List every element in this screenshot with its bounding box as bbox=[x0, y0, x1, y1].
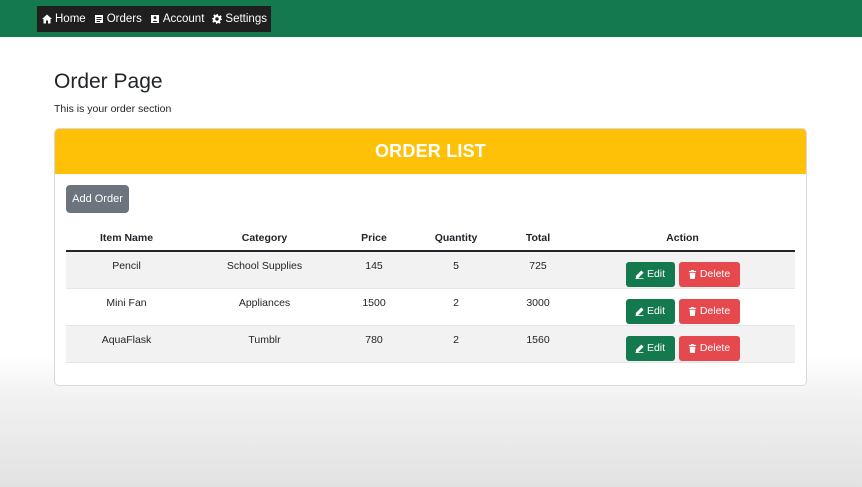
pencil-icon bbox=[635, 306, 644, 316]
page-title: Order Page bbox=[54, 70, 163, 93]
cell-quantity-text: 2 bbox=[453, 334, 459, 346]
column-header-price: Price bbox=[342, 226, 406, 252]
table-header-row: Item Name Category Price Quantity Total … bbox=[66, 226, 795, 252]
cell-quantity: 5 bbox=[406, 251, 506, 289]
cell-category: Tumblr bbox=[187, 325, 342, 363]
edit-button[interactable]: Edit bbox=[625, 335, 675, 361]
account-icon bbox=[150, 15, 159, 23]
delete-button[interactable]: Delete bbox=[678, 261, 740, 287]
cell-category-text: Tumblr bbox=[248, 334, 281, 346]
cell-total-text: 1560 bbox=[526, 334, 550, 346]
column-header-category: Category bbox=[187, 226, 342, 252]
cell-category-text: School Supplies bbox=[226, 260, 303, 272]
cell-item-name-text: Pencil bbox=[112, 260, 141, 272]
cell-item-name: Pencil bbox=[66, 251, 187, 289]
gear-icon bbox=[212, 14, 223, 24]
cell-category: School Supplies bbox=[187, 251, 342, 289]
cell-quantity-text: 2 bbox=[453, 297, 459, 309]
cell-price-text: 145 bbox=[365, 260, 383, 272]
table-row: AquaFlask Tumblr 780 2 1560 Edit Delete bbox=[66, 325, 795, 363]
card-header-title: ORDER LIST bbox=[374, 141, 486, 161]
delete-button-label: Delete bbox=[699, 305, 731, 317]
cell-item-name-text: AquaFlask bbox=[101, 334, 152, 346]
edit-button-label: Edit bbox=[646, 305, 666, 317]
cell-item-name: AquaFlask bbox=[66, 325, 187, 363]
cell-action: Edit Delete bbox=[570, 251, 795, 289]
column-header-action: Action bbox=[570, 226, 795, 252]
trash-icon bbox=[688, 306, 696, 316]
page-subtitle: This is your order section bbox=[54, 103, 172, 115]
nav-home[interactable]: Home bbox=[42, 13, 86, 25]
cell-quantity-text: 5 bbox=[453, 260, 459, 272]
cell-price-text: 780 bbox=[365, 334, 383, 346]
nav-menu: Home Orders Account Settings bbox=[37, 6, 271, 32]
card-header: ORDER LIST bbox=[55, 129, 806, 174]
nav-account-label: Account bbox=[162, 13, 205, 25]
table-row: Pencil School Supplies 145 5 725 Edit De… bbox=[66, 251, 795, 289]
edit-button[interactable]: Edit bbox=[625, 261, 675, 287]
nav-orders[interactable]: Orders bbox=[94, 13, 142, 25]
delete-button[interactable]: Delete bbox=[678, 298, 740, 324]
column-header-item-name: Item Name bbox=[66, 226, 187, 252]
home-icon bbox=[42, 14, 52, 24]
edit-button[interactable]: Edit bbox=[625, 298, 675, 324]
pencil-icon bbox=[635, 343, 644, 353]
table-row: Mini Fan Appliances 1500 2 3000 Edit Del… bbox=[66, 288, 795, 326]
delete-button-label: Delete bbox=[699, 342, 731, 354]
cell-quantity: 2 bbox=[406, 325, 506, 363]
cell-quantity: 2 bbox=[406, 288, 506, 326]
cell-total: 725 bbox=[506, 251, 570, 289]
pencil-icon bbox=[635, 269, 644, 279]
cell-price: 780 bbox=[342, 325, 406, 363]
cell-total: 3000 bbox=[506, 288, 570, 326]
add-order-button[interactable]: Add Order bbox=[66, 185, 129, 213]
cell-total-text: 3000 bbox=[526, 297, 550, 309]
edit-button-label: Edit bbox=[646, 342, 666, 354]
cell-action: Edit Delete bbox=[570, 325, 795, 363]
column-header-total: Total bbox=[506, 226, 570, 252]
cell-price-text: 1500 bbox=[362, 297, 386, 309]
trash-icon bbox=[688, 343, 696, 353]
cell-action: Edit Delete bbox=[570, 288, 795, 326]
cell-total-text: 725 bbox=[529, 260, 547, 272]
cell-total: 1560 bbox=[506, 325, 570, 363]
cell-price: 1500 bbox=[342, 288, 406, 326]
nav-account[interactable]: Account bbox=[150, 13, 205, 25]
orders-icon bbox=[94, 15, 103, 23]
order-list-card: ORDER LIST Add Order Item Name Category … bbox=[54, 128, 807, 386]
top-navbar: Home Orders Account Settings bbox=[0, 0, 862, 37]
nav-orders-label: Orders bbox=[106, 13, 142, 25]
cell-category: Appliances bbox=[187, 288, 342, 326]
nav-home-label: Home bbox=[55, 13, 86, 25]
cell-price: 145 bbox=[342, 251, 406, 289]
delete-button-label: Delete bbox=[699, 268, 731, 280]
trash-icon bbox=[688, 269, 696, 279]
cell-item-name-text: Mini Fan bbox=[106, 297, 147, 309]
nav-settings-label: Settings bbox=[225, 13, 267, 25]
nav-settings[interactable]: Settings bbox=[212, 13, 267, 25]
cell-category-text: Appliances bbox=[238, 297, 291, 309]
edit-button-label: Edit bbox=[646, 268, 666, 280]
column-header-quantity: Quantity bbox=[406, 226, 506, 252]
delete-button[interactable]: Delete bbox=[678, 335, 740, 361]
orders-table: Item Name Category Price Quantity Total … bbox=[66, 226, 795, 363]
cell-item-name: Mini Fan bbox=[66, 288, 187, 326]
